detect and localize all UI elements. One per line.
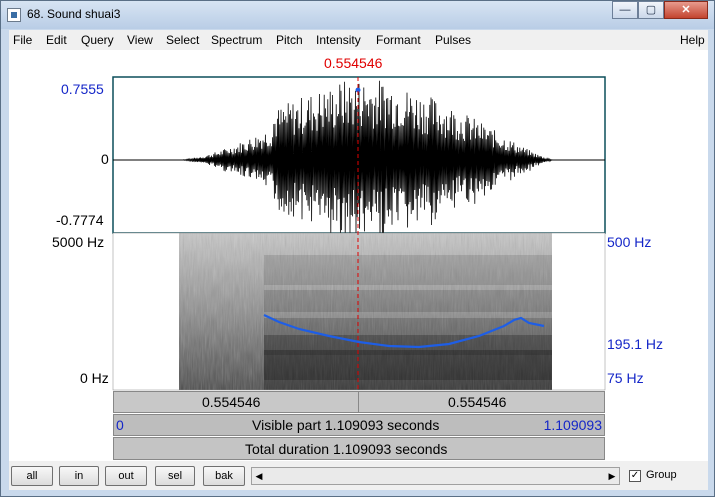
zoom-in-button[interactable]: in bbox=[59, 466, 99, 486]
horizontal-scrollbar[interactable]: ◀ ▶ bbox=[251, 467, 620, 485]
sound-view: 0.554546 0.7555 0 -0.7774 5000 Hz 0 Hz 5… bbox=[9, 50, 708, 461]
menu-select[interactable]: Select bbox=[166, 33, 199, 47]
menu-bar: File Edit Query View Select Spectrum Pit… bbox=[9, 30, 708, 50]
visible-part-bar[interactable]: 0 Visible part 1.109093 seconds 1.109093 bbox=[113, 414, 605, 436]
scroll-left-icon[interactable]: ◀ bbox=[252, 468, 266, 484]
zoom-back-button[interactable]: bak bbox=[203, 466, 245, 486]
menu-view[interactable]: View bbox=[127, 33, 153, 47]
group-checkbox[interactable]: ✓ bbox=[629, 470, 641, 482]
menu-formant[interactable]: Formant bbox=[376, 33, 421, 47]
left-segment-label: 0.554546 bbox=[202, 394, 261, 410]
total-duration-bar[interactable]: Total duration 1.109093 seconds bbox=[113, 437, 605, 460]
selection-right-segment[interactable]: 0.554546 bbox=[358, 391, 605, 413]
scroll-right-icon[interactable]: ▶ bbox=[605, 468, 619, 484]
bottom-toolbar: all in out sel bak ◀ ▶ ✓ Group bbox=[9, 461, 708, 490]
menu-file[interactable]: File bbox=[13, 33, 32, 47]
spectrogram-band bbox=[264, 350, 552, 390]
editor-body: File Edit Query View Select Spectrum Pit… bbox=[9, 30, 708, 490]
right-segment-label: 0.554546 bbox=[448, 394, 507, 410]
visible-end-label: 1.109093 bbox=[543, 417, 602, 433]
group-label: Group bbox=[646, 469, 677, 481]
total-duration-label: Total duration 1.109093 seconds bbox=[245, 441, 448, 457]
menu-edit[interactable]: Edit bbox=[46, 33, 67, 47]
menu-help[interactable]: Help bbox=[680, 33, 705, 47]
visible-part-label: Visible part 1.109093 seconds bbox=[252, 417, 440, 433]
menu-query[interactable]: Query bbox=[81, 33, 114, 47]
spectrogram-band bbox=[264, 255, 552, 285]
spectrogram-band bbox=[264, 290, 552, 312]
window-title: 68. Sound shuai3 bbox=[27, 7, 121, 21]
menu-intensity[interactable]: Intensity bbox=[316, 33, 361, 47]
sound-editor-window: 68. Sound shuai3 — ▢ ✕ File Edit Query V… bbox=[0, 0, 715, 497]
title-bar[interactable]: 68. Sound shuai3 — ▢ ✕ bbox=[1, 1, 714, 29]
menu-pulses[interactable]: Pulses bbox=[435, 33, 471, 47]
app-icon bbox=[7, 8, 21, 22]
menu-spectrum[interactable]: Spectrum bbox=[211, 33, 262, 47]
visible-start-label: 0 bbox=[116, 417, 124, 433]
close-button[interactable]: ✕ bbox=[664, 1, 708, 19]
selection-left-segment[interactable]: 0.554546 bbox=[113, 391, 359, 413]
zoom-selection-button[interactable]: sel bbox=[155, 466, 195, 486]
window-controls: — ▢ ✕ bbox=[612, 1, 708, 19]
zoom-all-button[interactable]: all bbox=[11, 466, 53, 486]
minimize-button[interactable]: — bbox=[612, 1, 638, 19]
menu-pitch[interactable]: Pitch bbox=[276, 33, 303, 47]
zoom-out-button[interactable]: out bbox=[105, 466, 147, 486]
maximize-button[interactable]: ▢ bbox=[638, 1, 664, 19]
